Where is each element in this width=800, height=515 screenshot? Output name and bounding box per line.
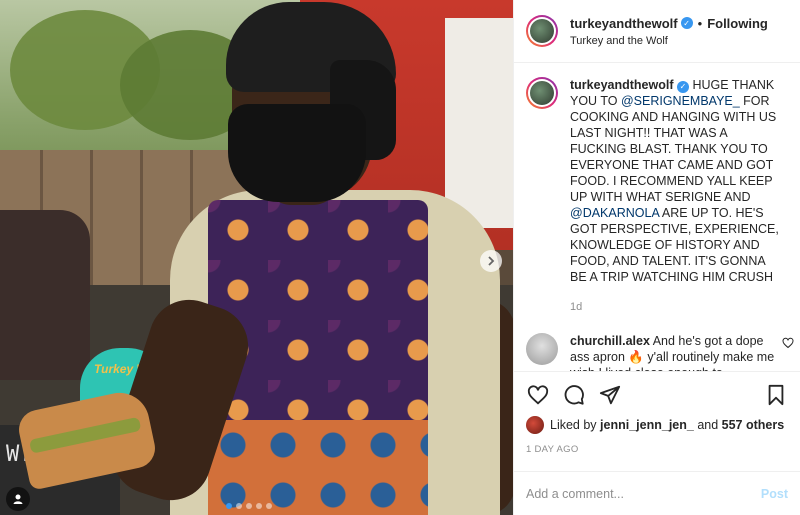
carousel-dot: [236, 503, 242, 509]
comment-item: churchill.alex And he's got a dope ass a…: [526, 333, 794, 371]
likes-prefix: Liked by: [550, 418, 597, 432]
face-mask: [228, 104, 366, 202]
author-username[interactable]: turkeyandthewolf: [570, 16, 678, 31]
post-date[interactable]: 1 DAY AGO: [526, 444, 788, 455]
liker-username[interactable]: jenni_jenn_jen_: [600, 418, 694, 432]
post-header: turkeyandthewolf ✓ • Following Turkey an…: [514, 0, 800, 63]
save-button[interactable]: [764, 383, 788, 407]
comment-bubble-icon: [564, 385, 584, 405]
comment-username[interactable]: churchill.alex: [570, 334, 650, 348]
likes-and: and: [697, 418, 719, 432]
following-button[interactable]: Following: [707, 16, 768, 31]
post-side-panel: turkeyandthewolf ✓ • Following Turkey an…: [513, 0, 800, 515]
carousel-dot: [256, 503, 262, 509]
chevron-right-icon: [488, 256, 495, 266]
commenter-avatar[interactable]: [526, 333, 558, 365]
liker-avatar[interactable]: [526, 416, 544, 434]
heart-icon: [527, 385, 549, 405]
carousel-dot: [246, 503, 252, 509]
comment-composer: Post: [514, 471, 800, 515]
verified-badge-icon: ✓: [676, 81, 689, 93]
comments-list[interactable]: turkeyandthewolf ✓ HUGE THANK YOU TO @SE…: [514, 63, 800, 371]
caption-username[interactable]: turkeyandthewolf: [570, 78, 674, 92]
caption-avatar[interactable]: [526, 77, 558, 109]
instagram-post-modal: Turkey Wolf WELCOME: [0, 0, 800, 515]
mention-link[interactable]: @SERIGNEMBAYE_: [621, 94, 740, 108]
caption-age[interactable]: 1d: [570, 299, 785, 315]
bookmark-icon: [768, 384, 784, 406]
author-avatar[interactable]: [526, 15, 558, 47]
photo-scene: Turkey Wolf WELCOME: [0, 0, 513, 515]
comment-button[interactable]: [562, 383, 586, 407]
carousel-dots: [226, 503, 272, 509]
author-subtitle: Turkey and the Wolf: [570, 34, 668, 47]
caption-text: FOR COOKING AND HANGING WITH US LAST NIG…: [570, 94, 777, 204]
post-photo[interactable]: Turkey Wolf WELCOME: [0, 0, 513, 515]
comment-like-heart-icon[interactable]: [782, 337, 794, 349]
tagged-users-button[interactable]: [6, 487, 30, 511]
verified-badge-icon: ✓: [680, 17, 693, 29]
separator-bullet: •: [697, 15, 703, 31]
post-caption: turkeyandthewolf ✓ HUGE THANK YOU TO @SE…: [526, 77, 788, 315]
user-tag-icon: [13, 494, 23, 504]
share-button[interactable]: [598, 383, 622, 407]
comment-input[interactable]: [526, 486, 761, 501]
post-actions: Liked by jenni_jenn_jen_ and 557 others …: [514, 371, 800, 471]
likes-count[interactable]: 557 others: [722, 418, 785, 432]
carousel-dot: [266, 503, 272, 509]
carousel-next-button[interactable]: [480, 250, 502, 272]
post-comment-button[interactable]: Post: [761, 487, 788, 501]
paper-plane-icon: [599, 385, 621, 405]
carousel-dot: [226, 503, 232, 509]
likes-summary: Liked by jenni_jenn_jen_ and 557 others: [526, 416, 788, 434]
like-button[interactable]: [526, 383, 550, 407]
mention-link[interactable]: @DAKARNOLA: [570, 206, 659, 220]
